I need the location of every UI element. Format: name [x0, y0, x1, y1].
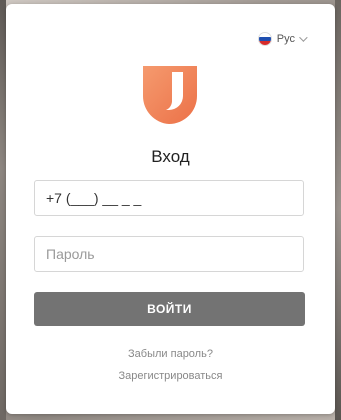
background-edge-right [335, 0, 341, 420]
page-title: Вход [151, 147, 190, 166]
login-button[interactable]: ВОЙТИ [34, 292, 305, 326]
language-selector[interactable]: Рус [257, 32, 308, 46]
russia-flag-icon [257, 32, 272, 46]
login-card: Рус Вход ВОЙТИ Забыли пароль? Зарегистри… [6, 4, 335, 414]
phone-input[interactable] [34, 180, 304, 216]
chevron-down-icon [299, 33, 308, 42]
forgot-password-link[interactable]: Забыли пароль? [6, 348, 335, 360]
register-link[interactable]: Зарегистрироваться [6, 370, 335, 382]
language-label: Рус [276, 33, 295, 45]
brand-logo-icon [142, 66, 197, 124]
password-input[interactable] [34, 236, 304, 272]
